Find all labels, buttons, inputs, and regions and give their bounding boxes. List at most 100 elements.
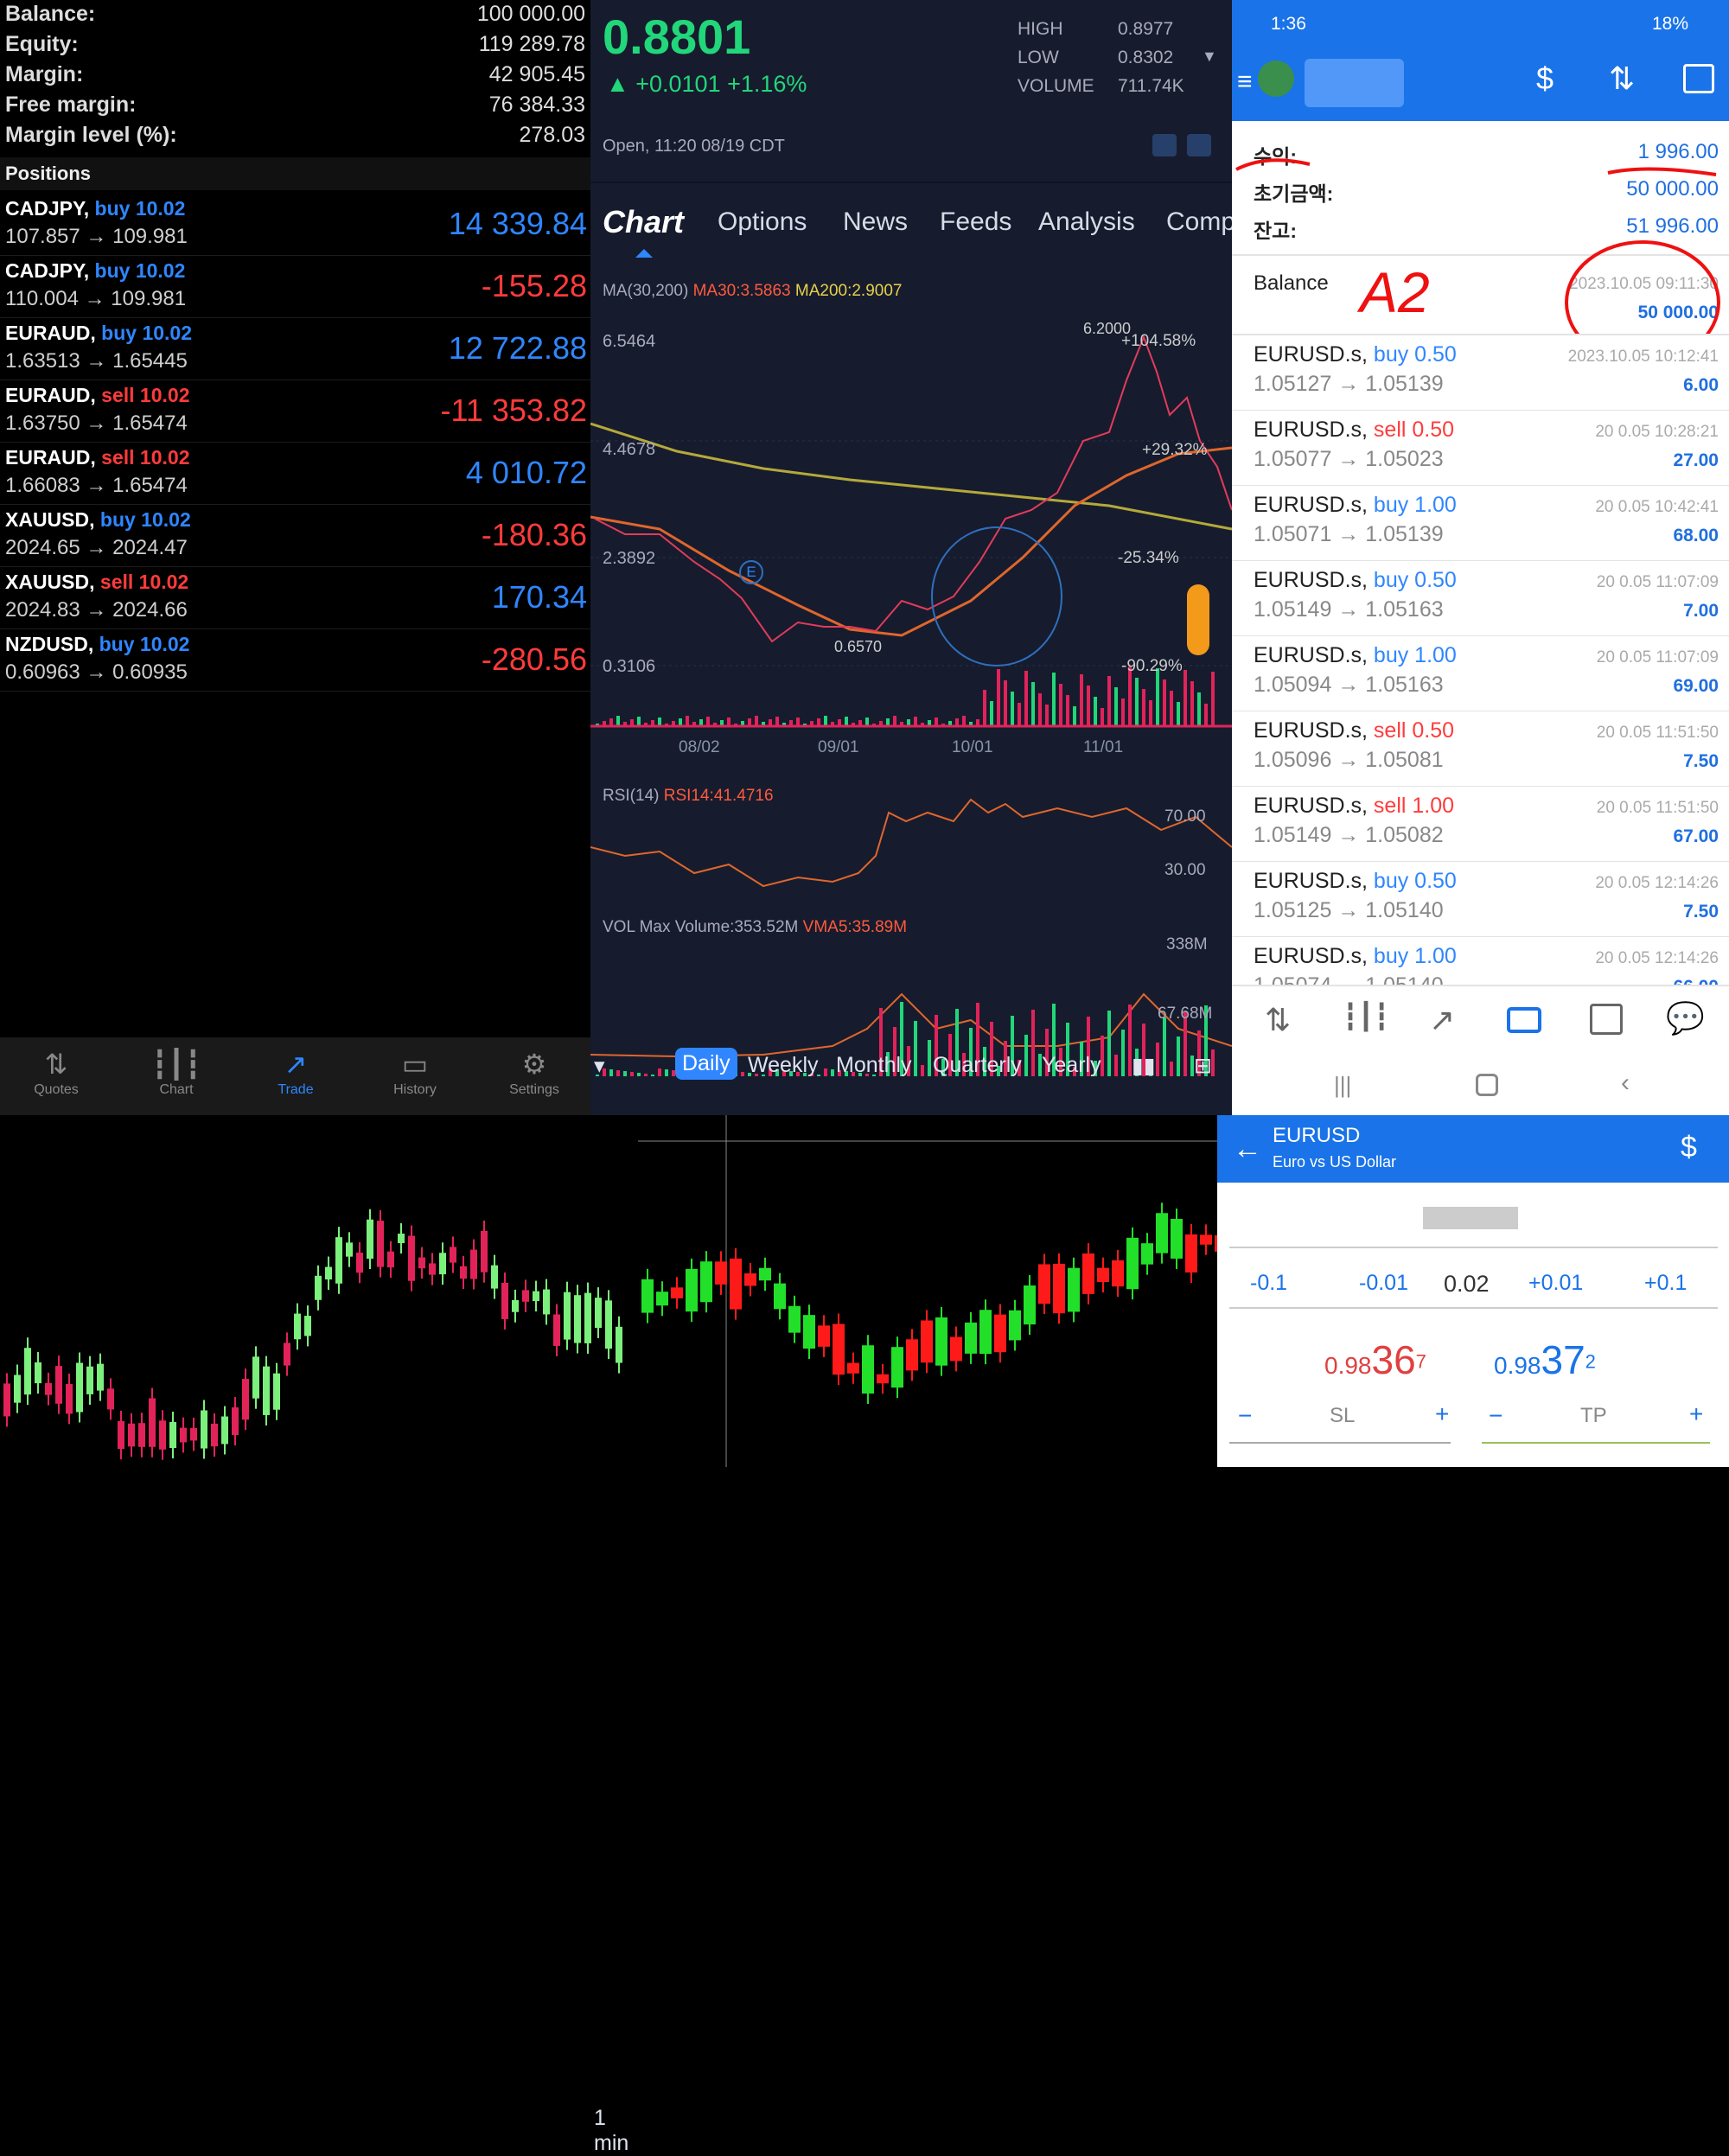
- volume-value[interactable]: 0.02: [1444, 1271, 1490, 1298]
- deal-prices: 1.05149 → 1.05082: [1254, 823, 1444, 847]
- candle-body: [460, 1266, 467, 1279]
- position-row[interactable]: EURAUD, buy 10.02 1.63513 → 1.65445 12 722…: [0, 318, 590, 380]
- position-row[interactable]: EURAUD, sell 10.02 1.66083 → 1.65474 4 010…: [0, 443, 590, 505]
- position-row[interactable]: XAUUSD, sell 10.02 2024.83 → 2024.66 170.3…: [0, 567, 590, 629]
- history-row[interactable]: EURUSD.s, buy 1.00 1.05071 → 1.05139 20 0.…: [1232, 486, 1729, 561]
- tab-options[interactable]: Options: [718, 207, 807, 237]
- nav-settings[interactable]: ⚙ Settings: [482, 1048, 586, 1098]
- price-tick: 6.5464: [603, 332, 656, 351]
- history-row[interactable]: EURUSD.s, buy 0.50 1.05125 → 1.05140 20 0.…: [1232, 862, 1729, 937]
- tp-field[interactable]: TP: [1580, 1404, 1607, 1428]
- back-arrow-icon[interactable]: ←: [1233, 1132, 1262, 1166]
- candle-body: [284, 1343, 290, 1366]
- volume-bar: [775, 717, 779, 726]
- history-row[interactable]: EURUSD.s, sell 1.00 1.05149 → 1.05082 20 0…: [1232, 787, 1729, 862]
- step-plus-01[interactable]: +0.1: [1644, 1271, 1687, 1296]
- sl-field[interactable]: SL: [1330, 1404, 1355, 1428]
- candle-body: [356, 1253, 363, 1273]
- margin-level-row: Margin level (%): 278.03: [5, 123, 585, 153]
- menu-icon[interactable]: ≡: [1237, 67, 1253, 97]
- history-row[interactable]: EURUSD.s, buy 1.00 1.05094 → 1.05163 20 0.…: [1232, 636, 1729, 711]
- tp-plus-button[interactable]: +: [1689, 1400, 1703, 1428]
- position-symbol: XAUUSD,: [5, 571, 95, 593]
- deal-side: buy 0.50: [1373, 869, 1457, 893]
- sl-minus-button[interactable]: −: [1238, 1402, 1252, 1430]
- calendar-icon[interactable]: [1683, 64, 1714, 93]
- volume-bar: [831, 1069, 834, 1076]
- volume-bar: [1149, 700, 1152, 726]
- history-row[interactable]: EURUSD.s, buy 0.50 1.05149 → 1.05163 20 0.…: [1232, 561, 1729, 636]
- tf-weekly[interactable]: Weekly: [748, 1053, 819, 1078]
- trade-icon[interactable]: ↗: [1429, 1002, 1455, 1038]
- position-pl: -280.56: [481, 641, 587, 677]
- sort-icon[interactable]: ⇅: [1609, 61, 1635, 97]
- position-symbol: XAUUSD,: [5, 508, 95, 531]
- indicator-icon[interactable]: [1187, 134, 1211, 156]
- position-row[interactable]: XAUUSD, buy 10.02 2024.65 → 2024.47 -180.3…: [0, 505, 590, 567]
- tp-minus-button[interactable]: −: [1489, 1402, 1503, 1430]
- rsi-upper: 70.00: [1164, 807, 1206, 826]
- tf-daily[interactable]: Daily: [675, 1048, 737, 1080]
- candlestick-chart-left[interactable]: [0, 1115, 638, 1467]
- tab-analysis[interactable]: Analysis: [1038, 207, 1135, 237]
- tf-quarterly[interactable]: Quarterly: [933, 1053, 1022, 1078]
- history-row[interactable]: EURUSD.s, sell 0.50 1.05077 → 1.05023 20 0…: [1232, 411, 1729, 486]
- history-row[interactable]: EURUSD.s, buy 0.50 1.05127 → 1.05139 2023.…: [1232, 335, 1729, 411]
- tab-chart[interactable]: Chart: [603, 204, 684, 240]
- sl-plus-button[interactable]: +: [1435, 1400, 1449, 1428]
- nav-history[interactable]: ▭ History: [363, 1048, 467, 1098]
- step-minus-01[interactable]: -0.1: [1250, 1271, 1287, 1296]
- recents-icon[interactable]: |||: [1334, 1072, 1351, 1099]
- position-row[interactable]: CADJPY, buy 10.02 110.004 → 109.981 -155.2…: [0, 256, 590, 318]
- candlestick-chart-middle[interactable]: [638, 1115, 1217, 1467]
- position-pl: -180.36: [481, 517, 587, 552]
- candle-body: [574, 1295, 581, 1343]
- history-icon[interactable]: [1507, 1007, 1541, 1033]
- chart-icon[interactable]: ┇┃┇: [1343, 1002, 1389, 1032]
- tab-news[interactable]: News: [843, 207, 908, 237]
- candle-style-icon[interactable]: ▮▮: [1132, 1053, 1156, 1079]
- position-row[interactable]: EURAUD, sell 10.02 1.63750 → 1.65474 -11 3…: [0, 380, 590, 443]
- deposit-icon[interactable]: $: [1681, 1131, 1697, 1164]
- blurred-order-type[interactable]: [1423, 1207, 1518, 1229]
- back-icon[interactable]: ‹: [1621, 1068, 1630, 1098]
- deal-symbol: EURUSD.s,: [1254, 493, 1368, 517]
- inbox-icon: ▭: [401, 1049, 429, 1080]
- candle-body: [190, 1427, 197, 1441]
- red-markup-svg: [1235, 158, 1720, 363]
- volume-bar: [1190, 681, 1194, 726]
- history-row[interactable]: EURUSD.s, sell 0.50 1.05096 → 1.05081 20 0…: [1232, 711, 1729, 787]
- nav-quotes[interactable]: ⇅ Quotes: [4, 1048, 108, 1098]
- step-plus-001[interactable]: +0.01: [1528, 1271, 1583, 1296]
- chart-type-icon[interactable]: [1152, 134, 1177, 156]
- tab-comp[interactable]: Comp: [1166, 207, 1235, 237]
- tf-monthly[interactable]: Monthly: [836, 1053, 912, 1078]
- step-minus-001[interactable]: -0.01: [1359, 1271, 1408, 1296]
- event-marker[interactable]: E: [739, 560, 763, 584]
- home-icon[interactable]: [1476, 1074, 1498, 1096]
- history-row[interactable]: EURUSD.s, buy 1.00 1.05074 → 1.05140 20 0.…: [1232, 937, 1729, 986]
- tab-feeds[interactable]: Feeds: [940, 207, 1011, 237]
- deal-profit: 68.00: [1673, 526, 1719, 545]
- nav-trade[interactable]: ↗ Trade: [244, 1048, 348, 1098]
- vma-value: VMA5:35.89M: [802, 918, 908, 936]
- status-time: 1:36: [1271, 14, 1306, 34]
- candle-body: [730, 1258, 742, 1310]
- price-chart-svg[interactable]: [590, 303, 1232, 1081]
- quotes-icon[interactable]: ⇅: [1265, 1002, 1291, 1038]
- position-prices: 110.004 → 109.981: [5, 287, 187, 310]
- candle-body: [818, 1325, 830, 1347]
- position-row[interactable]: CADJPY, buy 10.02 107.857 → 109.981 14 339…: [0, 194, 590, 256]
- position-row[interactable]: NZDUSD, buy 10.02 0.60963 → 0.60935 -280.5…: [0, 629, 590, 692]
- volume-label: VOLUME: [1018, 76, 1094, 96]
- low-label: LOW: [1018, 48, 1059, 67]
- tf-yearly[interactable]: Yearly: [1042, 1053, 1101, 1078]
- deposit-icon[interactable]: $: [1536, 61, 1554, 97]
- expand-down-icon[interactable]: ▼: [1202, 48, 1217, 66]
- grid-menu-icon[interactable]: ⊞: [1194, 1053, 1212, 1079]
- tf-1min[interactable]: 1 min ▾: [594, 1053, 628, 2155]
- events-strip-icon[interactable]: [1187, 584, 1209, 655]
- chat-icon[interactable]: 💬: [1666, 1000, 1705, 1037]
- news-icon[interactable]: [1590, 1004, 1623, 1035]
- nav-chart[interactable]: ┇┃┇ Chart: [124, 1048, 228, 1098]
